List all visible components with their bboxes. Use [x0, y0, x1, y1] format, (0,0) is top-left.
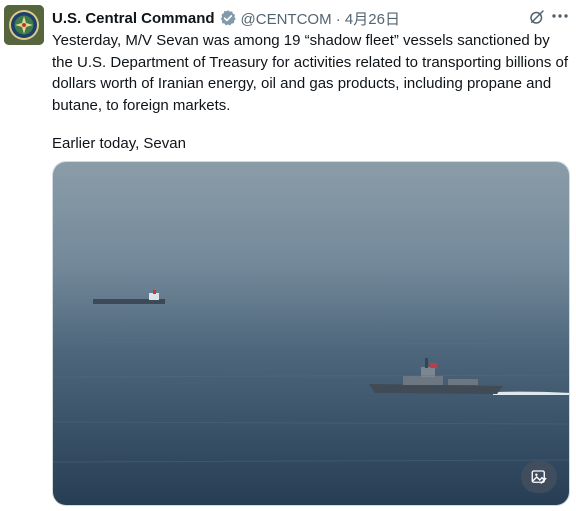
tweet-paragraph-2: Earlier today, Sevan: [52, 135, 186, 152]
grok-icon[interactable]: [528, 8, 546, 26]
image-alt-button[interactable]: [521, 461, 557, 493]
tweet-header: U.S. Central Command @CENTCOM · 4月26日: [52, 7, 536, 29]
handle-and-date[interactable]: @CENTCOM · 4月26日: [241, 8, 400, 29]
tweet-paragraph-1: Yesterday, M/V Sevan was among 19 “shado…: [52, 32, 569, 114]
more-options-icon[interactable]: [550, 6, 570, 26]
verified-badge-icon: [219, 9, 237, 27]
centcom-seal-icon: [4, 5, 44, 45]
tweet-text: Yesterday, M/V Sevan was among 19 “shado…: [52, 30, 570, 155]
image-alt-icon: [531, 470, 547, 484]
display-name[interactable]: U.S. Central Command: [52, 10, 215, 27]
tweet-photo[interactable]: [52, 161, 570, 506]
avatar[interactable]: [4, 5, 44, 45]
photo-ships-at-sea: [53, 162, 569, 505]
